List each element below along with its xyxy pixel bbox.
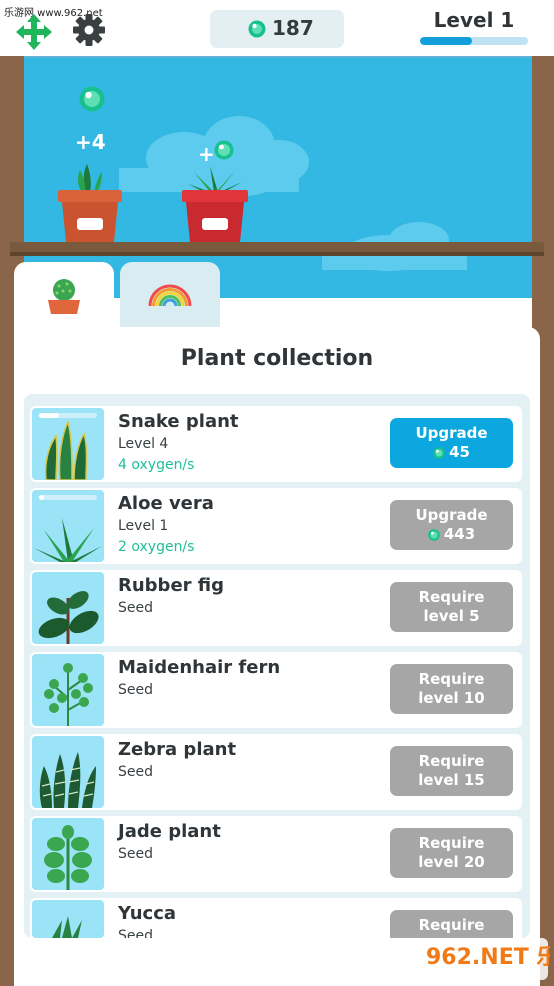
wooden-shelf	[10, 242, 544, 256]
level-progress-fill	[420, 37, 472, 45]
require-level-button[interactable]: Require level 15	[390, 746, 513, 796]
button-label: Upgrade	[415, 506, 488, 524]
snake-plant-pot[interactable]	[56, 160, 124, 244]
button-label: Require	[418, 916, 485, 934]
plant-row-snake-plant[interactable]: Snake plant Level 4 4 oxygen/s Upgrade 4…	[30, 406, 522, 482]
plant-name: Rubber fig	[118, 575, 225, 596]
plant-progress-fill	[39, 495, 44, 500]
snake-plant-thumbnail	[32, 408, 104, 480]
plant-row-jade-plant[interactable]: Jade plant Seed Require level 20	[30, 816, 522, 892]
oxygen-counter: 187	[210, 10, 344, 48]
rubber-fig-thumbnail	[32, 572, 104, 644]
maidenhair-fern-thumbnail	[32, 654, 104, 726]
cactus-icon	[48, 279, 80, 314]
aloe-vera-thumbnail	[32, 490, 104, 562]
required-level: level 15	[418, 771, 485, 789]
oxygen-bubble-icon	[433, 446, 445, 459]
required-level: level 5	[423, 607, 480, 625]
watermark-logo: 962.NET 乐游网	[420, 938, 550, 980]
jade-plant-icon	[44, 825, 92, 890]
require-level-button[interactable]: Require level 20	[390, 828, 513, 878]
button-label: Upgrade	[415, 424, 488, 442]
plant-name: Maidenhair fern	[118, 657, 281, 678]
snake-plant-icon	[44, 419, 88, 480]
jade-plant-thumbnail	[32, 818, 104, 890]
upgrade-button[interactable]: Upgrade 443	[390, 500, 513, 550]
upgrade-cost: 45	[449, 443, 470, 461]
oxygen-bubble-icon	[428, 528, 440, 541]
plant-level: Seed	[118, 600, 153, 616]
settings-gear-icon[interactable]	[70, 11, 108, 49]
require-level-button[interactable]: Require level 5	[390, 582, 513, 632]
require-level-button[interactable]: Require level 10	[390, 664, 513, 714]
plant-progress-fill	[39, 413, 60, 418]
aloe-vera-icon	[34, 518, 102, 562]
player-level-label: Level 1	[433, 8, 515, 32]
maidenhair-fern-icon	[44, 663, 93, 726]
plant-row-yucca[interactable]: Yucca Seed Require	[30, 898, 522, 938]
move-arrows-icon[interactable]	[14, 12, 54, 52]
button-label: Require	[418, 752, 485, 770]
floating-oxygen-bubble-icon[interactable]	[79, 86, 105, 112]
plant-name: Yucca	[118, 903, 177, 924]
oxygen-bubble-small-icon	[214, 140, 234, 160]
aloe-vera-pot[interactable]	[180, 160, 250, 244]
yucca-thumbnail	[32, 900, 104, 938]
button-label: Require	[418, 834, 485, 852]
rubber-fig-icon	[38, 591, 99, 644]
watermark-logo-text: 962.NET 乐游网	[426, 944, 550, 970]
button-label: Require	[418, 588, 485, 606]
plant-level: Level 4	[118, 436, 169, 452]
plant-name: Zebra plant	[118, 739, 237, 760]
plant-row-maidenhair-fern[interactable]: Maidenhair fern Seed Require level 10	[30, 652, 522, 728]
upgrade-cost: 443	[443, 525, 476, 543]
top-bar: 乐游网 www.962.net 187 Level 1	[0, 0, 554, 58]
upgrade-price: 45	[433, 443, 470, 462]
left-pot-bonus-text: +4	[75, 130, 106, 154]
required-level: level 10	[418, 689, 485, 707]
oxygen-bubble-icon	[248, 20, 266, 38]
plant-level: Seed	[118, 846, 153, 862]
plant-level: Seed	[118, 764, 153, 780]
required-level: level 20	[418, 853, 485, 871]
rainbow-icon	[148, 284, 192, 307]
plant-name: Snake plant	[118, 411, 239, 432]
upgrade-price: 443	[428, 525, 475, 544]
plant-level: Level 1	[118, 518, 169, 534]
plant-row-rubber-fig[interactable]: Rubber fig Seed Require level 5	[30, 570, 522, 646]
plant-row-aloe-vera[interactable]: Aloe vera Level 1 2 oxygen/s Upgrade 443	[30, 488, 522, 564]
plant-oxygen-rate: 2 oxygen/s	[118, 539, 195, 555]
plant-name: Aloe vera	[118, 493, 214, 514]
plant-progress-bar	[39, 413, 97, 418]
plant-level: Seed	[118, 682, 153, 698]
plant-level: Seed	[118, 928, 153, 938]
tab-decorations[interactable]	[120, 262, 220, 334]
plant-oxygen-rate: 4 oxygen/s	[118, 457, 195, 473]
upgrade-button[interactable]: Upgrade 45	[390, 418, 513, 468]
plant-progress-bar	[39, 495, 97, 500]
zebra-plant-icon	[39, 752, 96, 808]
oxygen-count: 187	[272, 16, 314, 40]
plant-name: Jade plant	[118, 821, 221, 842]
plant-row-zebra-plant[interactable]: Zebra plant Seed Require level 15	[30, 734, 522, 810]
tab-plants[interactable]	[14, 262, 114, 334]
level-progress-bar	[420, 37, 528, 45]
button-label: Require	[418, 670, 485, 688]
yucca-icon	[52, 916, 82, 938]
zebra-plant-thumbnail	[32, 736, 104, 808]
panel-title: Plant collection	[180, 346, 374, 371]
